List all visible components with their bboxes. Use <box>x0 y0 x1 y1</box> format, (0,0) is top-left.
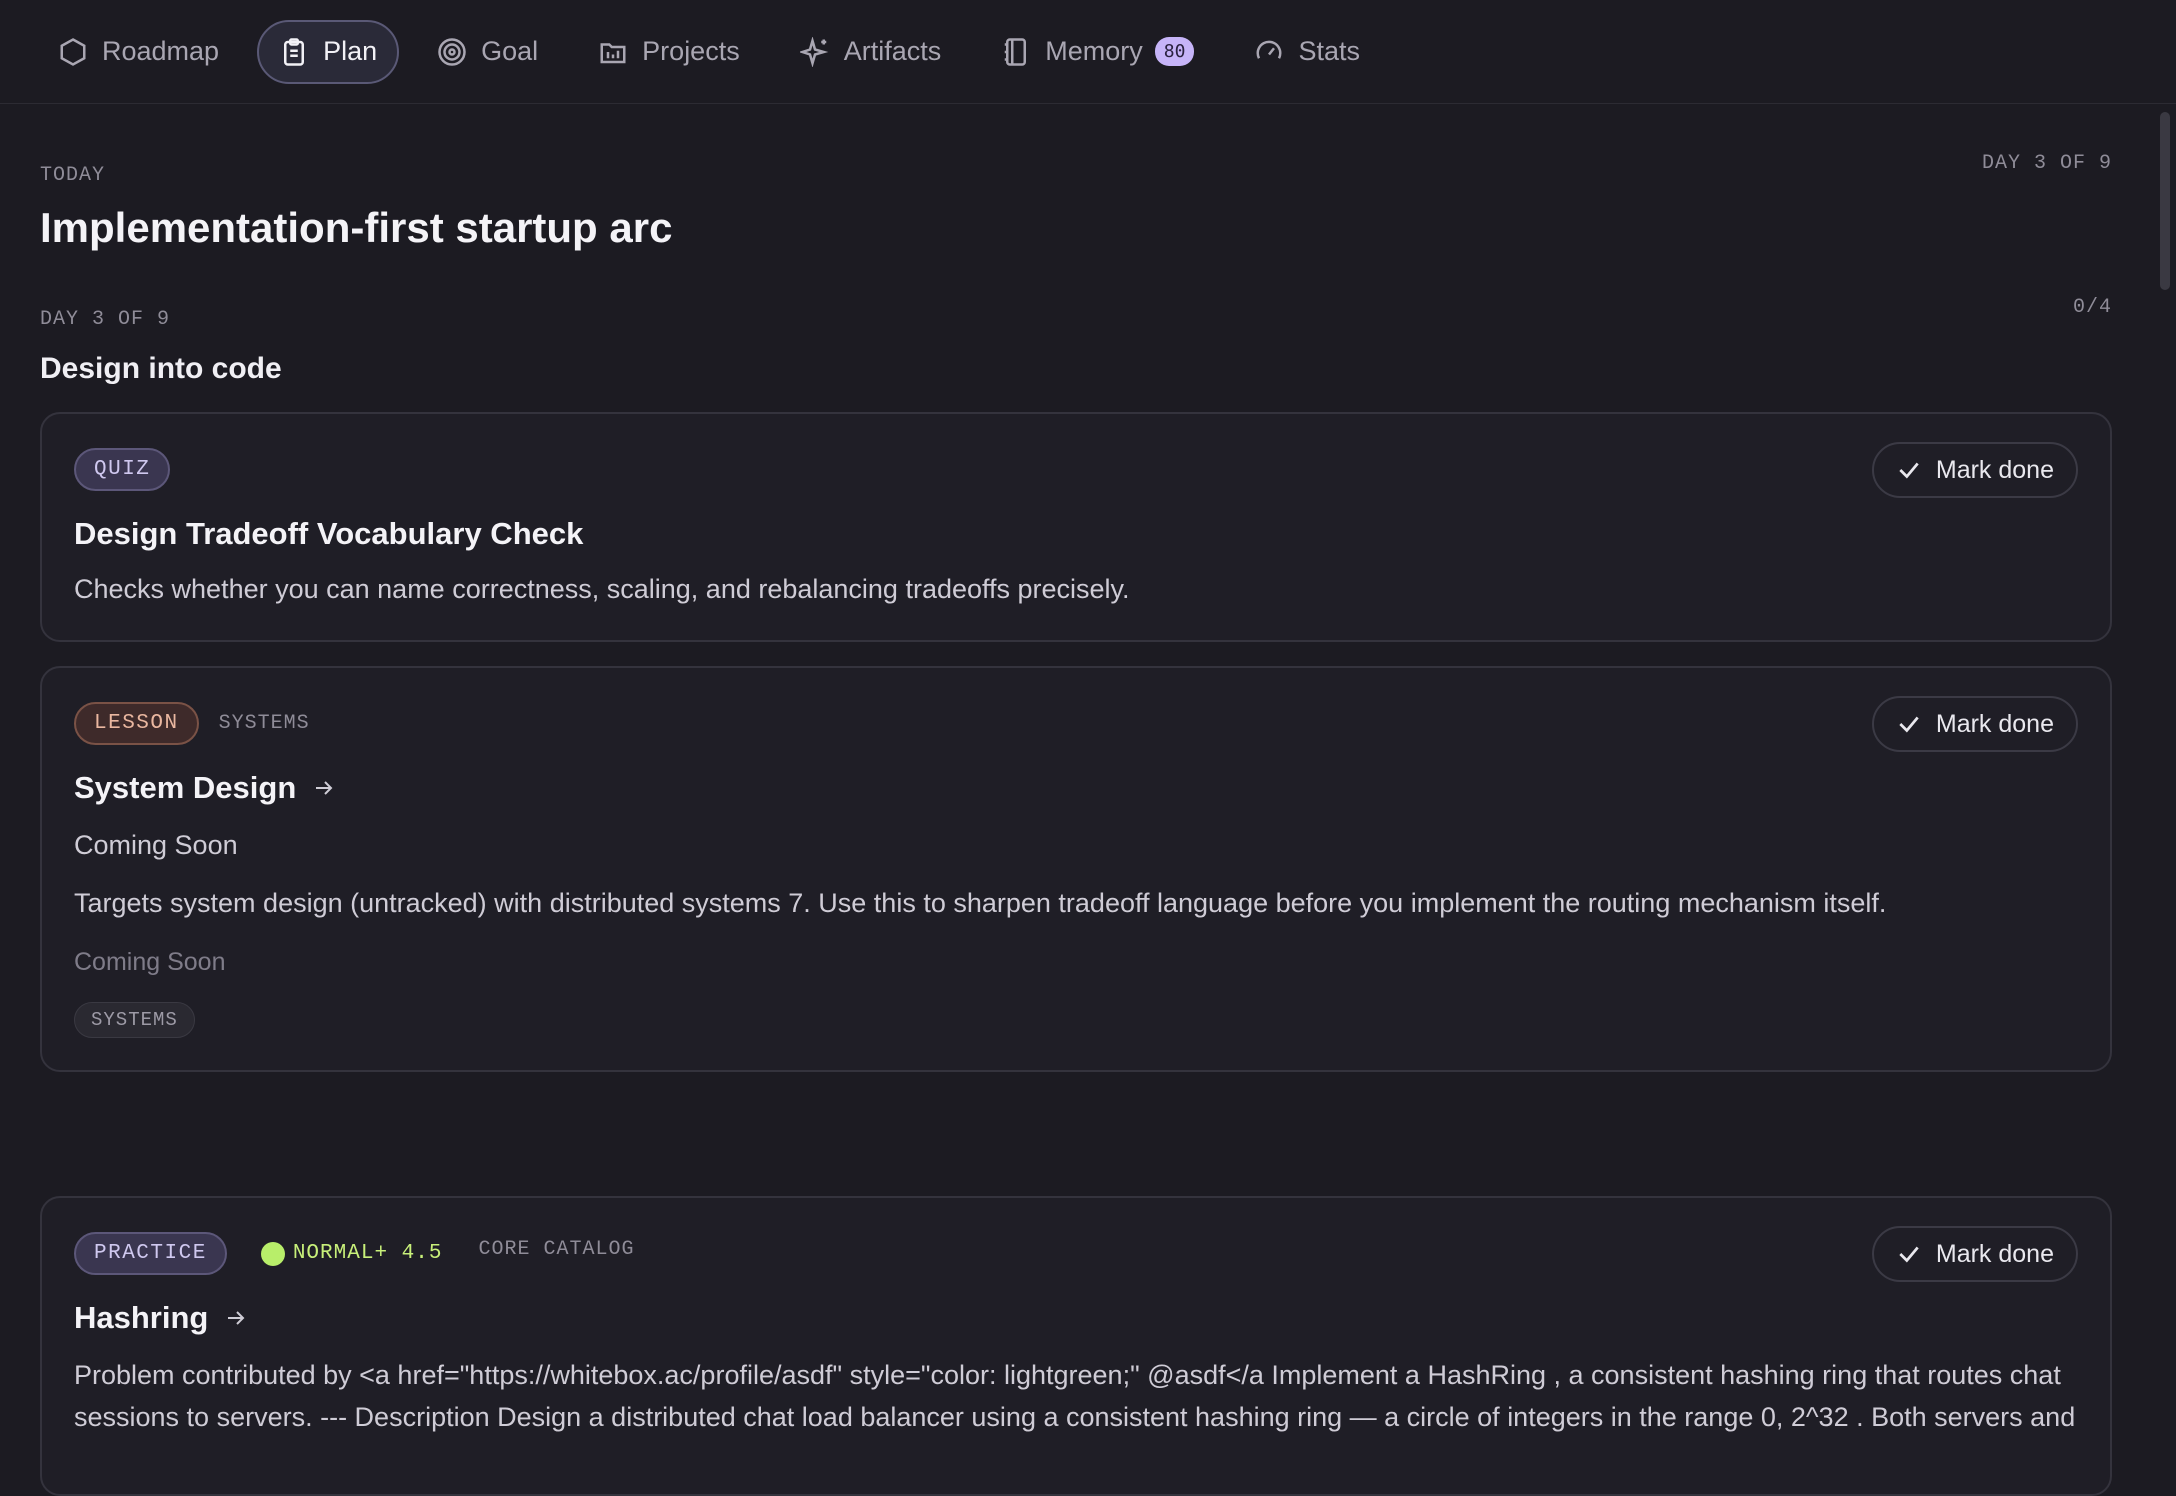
card-title-text: System Design <box>74 770 297 805</box>
card-title-text: Hashring <box>74 1300 209 1335</box>
card-title: Design Tradeoff Vocabulary Check <box>74 516 583 552</box>
mark-done-button[interactable]: Mark done <box>1871 442 2078 498</box>
scrollbar[interactable] <box>2160 112 2170 290</box>
hexagon-icon <box>60 37 86 66</box>
nav-artifacts[interactable]: Artifacts <box>778 20 964 84</box>
section-day-label: DAY 3 OF 9 <box>40 308 171 331</box>
check-icon <box>1899 1246 1919 1263</box>
day-indicator: DAY 3 OF 9 <box>1981 152 2112 175</box>
sparkles-icon <box>799 36 829 67</box>
card-muted-status: Coming Soon <box>74 948 226 976</box>
notebook-icon <box>1005 37 1027 66</box>
nav-memory[interactable]: Memory 80 <box>979 20 1216 84</box>
nav-label: Goal <box>481 36 539 66</box>
nav-label: Projects <box>642 36 740 66</box>
nav-label: Memory <box>1045 36 1143 66</box>
nav-label: Artifacts <box>843 36 942 66</box>
clipboard-icon <box>284 37 305 66</box>
difficulty-rating: NORMAL+ 4.5 <box>260 1241 443 1266</box>
mark-done-button[interactable]: Mark done <box>1871 1226 2078 1282</box>
folder-icon <box>600 42 626 63</box>
check-icon <box>1899 716 1919 733</box>
category-label: SYSTEMS <box>218 712 310 735</box>
tag-row: QUIZ <box>74 448 171 491</box>
card-status: Coming Soon <box>74 830 238 860</box>
type-tag: QUIZ <box>74 448 171 491</box>
nav-projects[interactable]: Projects <box>576 20 762 84</box>
card-description: Problem contributed by <a href="https://… <box>74 1360 2076 1432</box>
tag-row: PRACTICE NORMAL+ 4.5 CORE CATALOG <box>74 1232 634 1275</box>
task-card-lesson: LESSON SYSTEMS Mark done System Design C… <box>40 666 2112 1072</box>
card-title-link[interactable]: Hashring <box>74 1300 248 1336</box>
nav-label: Plan <box>323 36 378 66</box>
gauge-icon <box>1256 40 1282 59</box>
type-tag: PRACTICE <box>74 1232 227 1275</box>
check-icon <box>1899 462 1919 479</box>
arrow-right-icon <box>228 1311 245 1325</box>
mark-done-label: Mark done <box>1935 709 2054 738</box>
task-card-quiz: QUIZ Mark done Design Tradeoff Vocabular… <box>40 412 2112 642</box>
difficulty-label: NORMAL+ 4.5 <box>292 1242 443 1265</box>
type-tag: LESSON <box>74 702 199 745</box>
mark-done-label: Mark done <box>1935 455 2054 484</box>
tag-row: LESSON SYSTEMS <box>74 702 310 745</box>
card-description: Targets system design (untracked) with d… <box>74 888 1887 918</box>
memory-count-badge: 80 <box>1154 37 1195 66</box>
nav-roadmap[interactable]: Roadmap <box>36 20 241 84</box>
topic-chip: SYSTEMS <box>74 1002 195 1038</box>
progress-count: 0/4 <box>2072 296 2112 319</box>
nav-goal[interactable]: Goal <box>415 20 560 84</box>
task-card-practice: PRACTICE NORMAL+ 4.5 CORE CATALOG Mark d… <box>40 1196 2112 1496</box>
nav-plan[interactable]: Plan <box>257 19 400 84</box>
catalog-label: CORE CATALOG <box>478 1238 635 1261</box>
mark-done-label: Mark done <box>1935 1239 2054 1268</box>
target-icon <box>438 37 466 66</box>
difficulty-dot-icon <box>260 1241 285 1266</box>
nav-label: Roadmap <box>102 36 220 66</box>
top-nav: Roadmap Plan Goal Projects Artifacts Mem… <box>0 0 2176 104</box>
page-title: Implementation-first startup arc <box>40 204 673 251</box>
today-label: TODAY <box>40 164 106 187</box>
nav-stats[interactable]: Stats <box>1232 20 1382 84</box>
card-description: Checks whether you can name correctness,… <box>74 574 1130 604</box>
nav-label: Stats <box>1298 36 1360 66</box>
arrow-right-icon <box>316 781 333 795</box>
mark-done-button[interactable]: Mark done <box>1871 696 2078 752</box>
section-title: Design into code <box>40 352 282 385</box>
card-title-text: Design Tradeoff Vocabulary Check <box>74 516 584 551</box>
card-title-link[interactable]: System Design <box>74 770 336 806</box>
